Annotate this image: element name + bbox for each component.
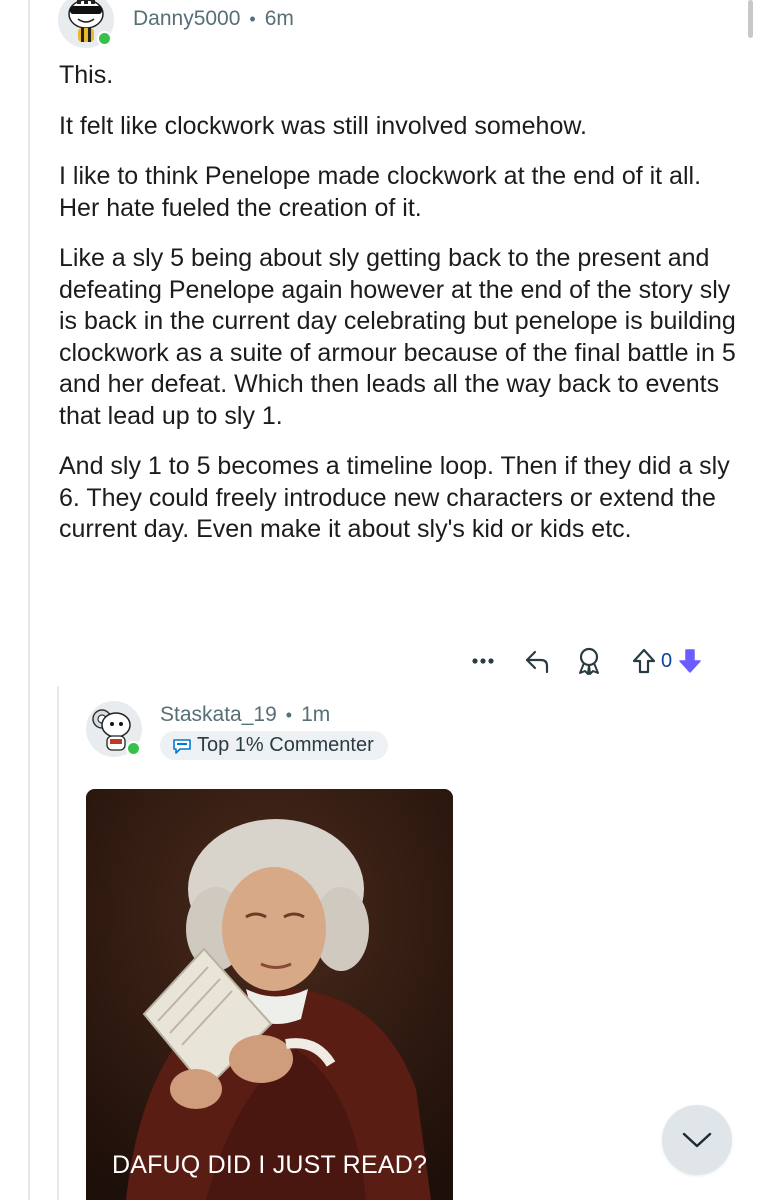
scrollbar[interactable] xyxy=(748,0,753,38)
timestamp: 1m xyxy=(301,703,331,726)
upvote-button[interactable] xyxy=(630,647,658,675)
meme-image[interactable]: DAFUQ DID I JUST READ? xyxy=(86,789,453,1200)
reply-arrow-icon xyxy=(525,650,549,674)
comment-paragraph: It felt like clockwork was still involve… xyxy=(59,111,587,140)
meme-caption: DAFUQ DID I JUST READ? xyxy=(111,1151,428,1179)
badge-label: Top 1% Commenter xyxy=(197,734,374,756)
meta-separator: • xyxy=(285,704,293,725)
comment-paragraph: This. xyxy=(59,61,114,89)
commenter-badge: Top 1% Commenter xyxy=(160,731,388,760)
downvote-button[interactable] xyxy=(676,647,704,675)
portrait-painting-image xyxy=(86,789,453,1200)
username[interactable]: Staskata_19 xyxy=(160,703,277,727)
collapse-button[interactable] xyxy=(662,1105,732,1175)
online-status-dot xyxy=(97,31,112,46)
comment-paragraph: Like a sly 5 being about sly getting bac… xyxy=(59,244,736,430)
award-button[interactable] xyxy=(574,646,604,676)
avatar[interactable] xyxy=(58,0,114,48)
chevron-down-icon xyxy=(682,1132,712,1148)
username[interactable]: Danny5000 xyxy=(133,7,240,31)
comment-meta: Staskata_19 • 1m xyxy=(160,703,330,727)
comment-meta: Danny5000 • 6m xyxy=(133,7,294,31)
thread-line xyxy=(28,0,30,1200)
reply-button[interactable] xyxy=(522,648,552,674)
vote-count: 0 xyxy=(661,649,673,672)
comment-paragraph: I like to think Penelope made clockwork … xyxy=(59,162,702,222)
upvote-arrow-icon xyxy=(632,648,656,674)
more-options-button[interactable] xyxy=(466,657,500,665)
ellipsis-icon xyxy=(472,658,494,664)
avatar[interactable] xyxy=(86,701,142,757)
comment-body: This. It felt like clockwork was still i… xyxy=(59,60,739,565)
timestamp: 6m xyxy=(264,7,294,30)
award-icon xyxy=(579,647,599,675)
comment-action-bar: 0 xyxy=(466,644,704,678)
meta-separator: • xyxy=(249,8,256,29)
comment-paragraph: And sly 1 to 5 becomes a timeline loop. … xyxy=(59,452,730,543)
reply-thread-line xyxy=(57,686,59,1200)
commenter-badge-icon xyxy=(173,738,191,754)
online-status-dot xyxy=(126,741,141,756)
downvote-arrow-icon xyxy=(679,649,701,673)
